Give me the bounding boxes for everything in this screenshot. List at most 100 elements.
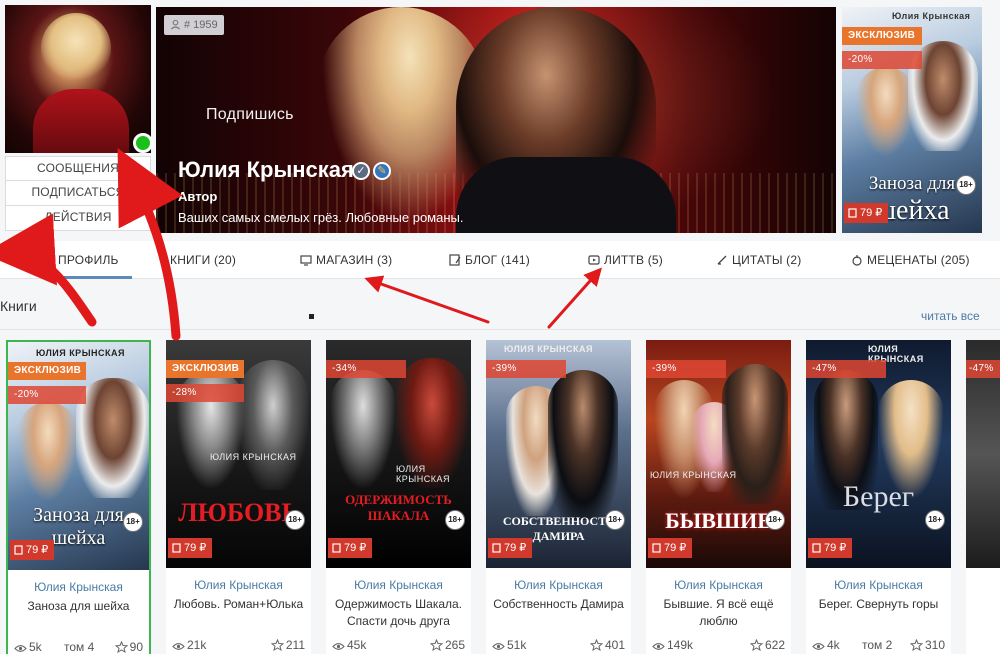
video-icon bbox=[588, 255, 600, 265]
book-title-link[interactable]: Берег. Свернуть горы bbox=[806, 596, 951, 613]
book-title-link[interactable]: Любовь. Роман+Юлька bbox=[166, 596, 311, 613]
book-author-link[interactable]: Юлия Крынская bbox=[8, 580, 149, 594]
discount-badge: -28% bbox=[166, 384, 244, 402]
price-badge[interactable]: 79 ₽ bbox=[844, 203, 889, 223]
eye-icon bbox=[652, 643, 665, 650]
profile-tabs: ПРОФИЛЬ КНИГИ (20) МАГАЗИН (3) БЛОГ (141… bbox=[0, 241, 1000, 279]
avatar-dress bbox=[33, 89, 129, 153]
author-name: Юлия Крынская bbox=[178, 157, 354, 182]
arrow-to-shop-tab bbox=[364, 275, 490, 324]
book-author-link[interactable]: Юлия Крынская bbox=[486, 578, 631, 592]
book-title-link[interactable]: Одержимость Шакала. Спасти дочь друга bbox=[326, 596, 471, 630]
subscribe-overlay-text[interactable]: Подпишись bbox=[206, 106, 294, 124]
actions-button[interactable]: ДЕЙСТВИЯ bbox=[5, 206, 151, 231]
price-badge[interactable]: 79 ₽ bbox=[488, 538, 533, 558]
book-icon bbox=[652, 543, 661, 553]
author-avatar[interactable] bbox=[5, 5, 151, 153]
tab-littv[interactable]: ЛИТТВ (5) bbox=[588, 241, 663, 279]
book-author-link[interactable]: Юлия Крынская bbox=[646, 578, 791, 592]
book-author-link[interactable]: Юлия Крынская bbox=[806, 578, 951, 592]
eye-icon bbox=[492, 643, 505, 650]
book-title-link[interactable]: Бывшие. Я всё ещё люблю bbox=[646, 596, 791, 630]
tab-shop[interactable]: МАГАЗИН (3) bbox=[300, 241, 392, 279]
verification-icons: ✓ ✎ bbox=[352, 161, 394, 180]
exclusive-badge: ЭКСКЛЮЗИВ bbox=[842, 27, 922, 45]
book-cover[interactable]: ЮЛИЯ КРЫНСКАЯ ЭКСКЛЮЗИВ -20% Заноза для … bbox=[8, 342, 149, 570]
book-card[interactable]: ЮЛИЯ КРЫНСКАЯ -39% СОБСТВЕННОСТЬ ДАМИРА … bbox=[486, 340, 631, 654]
book-author-link[interactable]: Юлия Крынская bbox=[326, 578, 471, 592]
discount-badge: -47% bbox=[966, 360, 1000, 378]
author-motto: Ваших самых смелых грёз. Любовные романы… bbox=[178, 210, 464, 225]
tab-blog[interactable]: БЛОГ (141) bbox=[449, 241, 530, 279]
price-badge[interactable]: 79 ₽ bbox=[168, 538, 213, 558]
featured-book-cover[interactable]: Юлия Крынская ЭКСКЛЮЗИВ -20% Заноза для … bbox=[842, 7, 982, 233]
exclusive-badge: ЭКСКЛЮЗИВ bbox=[8, 362, 86, 380]
book-cover[interactable]: ЮЛИЯ КРЫНСКАЯ -47% Берег 18+ 79 ₽ bbox=[806, 340, 951, 568]
read-all-link[interactable]: читать все bbox=[921, 309, 980, 323]
price-badge[interactable]: 79 ₽ bbox=[10, 540, 55, 560]
book-cover[interactable]: ЮЛИЯ КРЫНСКАЯ -34% ОДЕРЖИМОСТЬ ШАКАЛА 18… bbox=[326, 340, 471, 568]
tab-quotes[interactable]: ЦИТАТЫ (2) bbox=[716, 241, 801, 279]
star-icon bbox=[429, 638, 444, 652]
book-stats: 21k 211 bbox=[166, 636, 311, 654]
book-cover[interactable]: ЮЛИЯ КРЫНСКАЯ -39% БЫВШИЕ 18+ 79 ₽ bbox=[646, 340, 791, 568]
book-icon bbox=[172, 543, 181, 553]
quote-icon bbox=[717, 255, 727, 265]
star-icon bbox=[270, 638, 285, 652]
eye-icon bbox=[332, 643, 345, 650]
discount-badge: -34% bbox=[326, 360, 406, 378]
book-cover[interactable]: -47% bbox=[966, 340, 1000, 568]
tab-books[interactable]: КНИГИ (20) bbox=[170, 241, 236, 279]
discount-badge: -47% bbox=[806, 360, 886, 378]
star-icon bbox=[909, 638, 924, 652]
subscribe-button[interactable]: ПОДПИСАТЬСЯ bbox=[5, 181, 151, 206]
discount-badge: -20% bbox=[8, 386, 86, 404]
eye-icon bbox=[812, 643, 825, 650]
tab-profile[interactable]: ПРОФИЛЬ bbox=[48, 241, 132, 279]
discount-badge: -39% bbox=[486, 360, 566, 378]
age-rating-badge: 18+ bbox=[445, 510, 465, 530]
profile-actions: СООБЩЕНИЯ ПОДПИСАТЬСЯ ДЕЙСТВИЯ bbox=[5, 156, 151, 231]
age-rating-badge: 18+ bbox=[925, 510, 945, 530]
book-author-link[interactable]: Юлия Крынская bbox=[166, 578, 311, 592]
price-badge[interactable]: 79 ₽ bbox=[648, 538, 693, 558]
book-stats: 45k 265 bbox=[326, 636, 471, 654]
discount-badge: -39% bbox=[646, 360, 726, 378]
price-badge[interactable]: 79 ₽ bbox=[328, 538, 373, 558]
book-icon bbox=[14, 545, 23, 555]
eye-icon bbox=[14, 645, 27, 652]
books-section-title: Книги bbox=[0, 298, 37, 314]
book-stats: 149k 622 bbox=[646, 636, 791, 654]
patron-icon bbox=[852, 255, 862, 266]
member-number-badge: # 1959 bbox=[164, 15, 224, 35]
book-card[interactable]: ЮЛИЯ КРЫНСКАЯ -39% БЫВШИЕ 18+ 79 ₽ Юлия … bbox=[646, 340, 791, 654]
book-title-link[interactable]: Заноза для шейха bbox=[8, 598, 149, 615]
avatar-hair bbox=[41, 13, 111, 83]
book-cover[interactable]: ЮЛИЯ КРЫНСКАЯ ЭКСКЛЮЗИВ -28% ЛЮБОВЬ 18+ … bbox=[166, 340, 311, 568]
book-stats: 4k том 2 310 bbox=[806, 636, 951, 654]
star-icon bbox=[589, 638, 604, 652]
book-stats: 5k том 4 90 bbox=[8, 638, 149, 654]
shop-icon bbox=[300, 255, 312, 266]
tab-patrons[interactable]: МЕЦЕНАТЫ (205) bbox=[851, 241, 970, 279]
author-role: Автор bbox=[178, 189, 218, 204]
star-icon bbox=[114, 640, 128, 654]
book-card[interactable]: ЮЛИЯ КРЫНСКАЯ ЭКСКЛЮЗИВ -28% ЛЮБОВЬ 18+ … bbox=[166, 340, 311, 654]
price-badge[interactable]: 79 ₽ bbox=[808, 538, 853, 558]
book-icon bbox=[492, 543, 501, 553]
book-card-partial[interactable]: -47% bbox=[966, 340, 1000, 654]
book-cover[interactable]: ЮЛИЯ КРЫНСКАЯ -39% СОБСТВЕННОСТЬ ДАМИРА … bbox=[486, 340, 631, 568]
arrow-to-littv-tab bbox=[547, 267, 602, 329]
book-icon bbox=[812, 543, 821, 553]
book-card[interactable]: ЮЛИЯ КРЫНСКАЯ -47% Берег 18+ 79 ₽ Юлия К… bbox=[806, 340, 951, 654]
book-card[interactable]: ЮЛИЯ КРЫНСКАЯ ЭКСКЛЮЗИВ -20% Заноза для … bbox=[6, 340, 151, 654]
eye-icon bbox=[172, 643, 185, 650]
online-status-indicator bbox=[133, 133, 153, 153]
blog-icon bbox=[449, 254, 461, 266]
age-rating-badge: 18+ bbox=[765, 510, 785, 530]
book-stats: 51k 401 bbox=[486, 636, 631, 654]
book-title-link[interactable]: Собственность Дамира bbox=[486, 596, 631, 613]
age-rating-badge: 18+ bbox=[285, 510, 305, 530]
messages-button[interactable]: СООБЩЕНИЯ bbox=[5, 156, 151, 181]
book-card[interactable]: ЮЛИЯ КРЫНСКАЯ -34% ОДЕРЖИМОСТЬ ШАКАЛА 18… bbox=[326, 340, 471, 654]
